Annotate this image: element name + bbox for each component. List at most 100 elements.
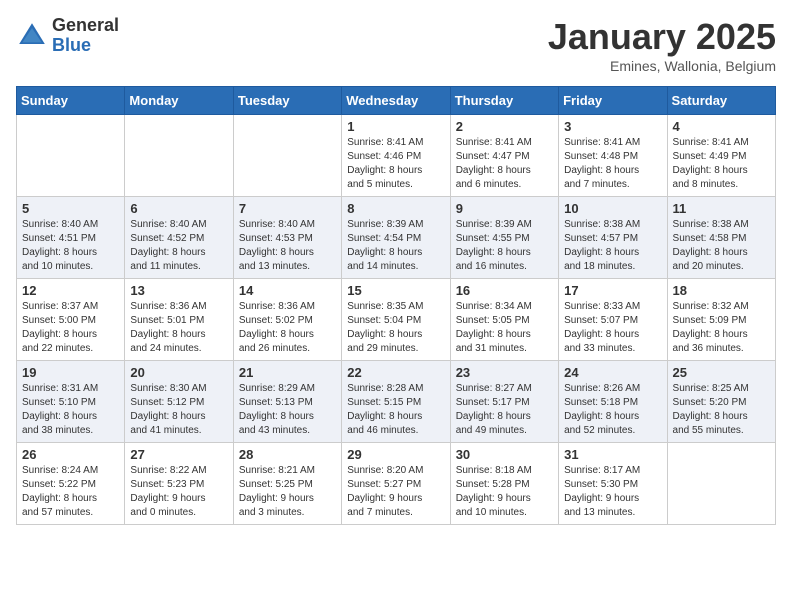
- calendar-cell: [125, 115, 233, 197]
- calendar-cell: 18 Sunrise: 8:32 AM Sunset: 5:09 PM Dayli…: [667, 279, 775, 361]
- weekday-header-thursday: Thursday: [450, 87, 558, 115]
- day-number: 28: [239, 447, 336, 462]
- calendar-cell: 27 Sunrise: 8:22 AM Sunset: 5:23 PM Dayli…: [125, 443, 233, 525]
- calendar-cell: 7 Sunrise: 8:40 AM Sunset: 4:53 PM Daylig…: [233, 197, 341, 279]
- day-number: 16: [456, 283, 553, 298]
- day-info: Sunrise: 8:30 AM Sunset: 5:12 PM Dayligh…: [130, 382, 227, 438]
- day-number: 3: [564, 119, 661, 134]
- calendar-week-row: 26 Sunrise: 8:24 AM Sunset: 5:22 PM Dayli…: [17, 443, 776, 525]
- day-number: 24: [564, 365, 661, 380]
- weekday-header-saturday: Saturday: [667, 87, 775, 115]
- calendar-week-row: 1 Sunrise: 8:41 AM Sunset: 4:46 PM Daylig…: [17, 115, 776, 197]
- day-number: 29: [347, 447, 444, 462]
- day-info: Sunrise: 8:32 AM Sunset: 5:09 PM Dayligh…: [673, 300, 770, 356]
- day-number: 18: [673, 283, 770, 298]
- day-number: 21: [239, 365, 336, 380]
- calendar-cell: 30 Sunrise: 8:18 AM Sunset: 5:28 PM Dayli…: [450, 443, 558, 525]
- day-number: 12: [22, 283, 119, 298]
- calendar-cell: [233, 115, 341, 197]
- day-number: 23: [456, 365, 553, 380]
- calendar-cell: 16 Sunrise: 8:34 AM Sunset: 5:05 PM Dayli…: [450, 279, 558, 361]
- day-number: 9: [456, 201, 553, 216]
- day-number: 17: [564, 283, 661, 298]
- day-number: 25: [673, 365, 770, 380]
- day-info: Sunrise: 8:41 AM Sunset: 4:48 PM Dayligh…: [564, 136, 661, 192]
- day-info: Sunrise: 8:40 AM Sunset: 4:53 PM Dayligh…: [239, 218, 336, 274]
- calendar-cell: 23 Sunrise: 8:27 AM Sunset: 5:17 PM Dayli…: [450, 361, 558, 443]
- calendar-title: January 2025: [548, 16, 776, 58]
- calendar-cell: 20 Sunrise: 8:30 AM Sunset: 5:12 PM Dayli…: [125, 361, 233, 443]
- day-number: 15: [347, 283, 444, 298]
- title-block: January 2025 Emines, Wallonia, Belgium: [548, 16, 776, 74]
- calendar-cell: 14Sunrise: 8:36 AM Sunset: 5:02 PM Dayli…: [233, 279, 341, 361]
- day-info: Sunrise: 8:39 AM Sunset: 4:55 PM Dayligh…: [456, 218, 553, 274]
- day-number: 2: [456, 119, 553, 134]
- logo: General Blue: [16, 16, 119, 56]
- day-number: 31: [564, 447, 661, 462]
- day-info: Sunrise: 8:25 AM Sunset: 5:20 PM Dayligh…: [673, 382, 770, 438]
- calendar-cell: 3 Sunrise: 8:41 AM Sunset: 4:48 PM Daylig…: [559, 115, 667, 197]
- day-number: 8: [347, 201, 444, 216]
- weekday-header-tuesday: Tuesday: [233, 87, 341, 115]
- day-info: Sunrise: 8:18 AM Sunset: 5:28 PM Dayligh…: [456, 464, 553, 520]
- day-info: Sunrise: 8:35 AM Sunset: 5:04 PM Dayligh…: [347, 300, 444, 356]
- day-number: 27: [130, 447, 227, 462]
- calendar-cell: 25 Sunrise: 8:25 AM Sunset: 5:20 PM Dayli…: [667, 361, 775, 443]
- logo-general: General: [52, 15, 119, 35]
- day-info: Sunrise: 8:21 AM Sunset: 5:25 PM Dayligh…: [239, 464, 336, 520]
- day-number: 22: [347, 365, 444, 380]
- day-number: 7: [239, 201, 336, 216]
- calendar-cell: 28 Sunrise: 8:21 AM Sunset: 5:25 PM Dayli…: [233, 443, 341, 525]
- calendar-cell: 10 Sunrise: 8:38 AM Sunset: 4:57 PM Dayli…: [559, 197, 667, 279]
- calendar-week-row: 19Sunrise: 8:31 AM Sunset: 5:10 PM Dayli…: [17, 361, 776, 443]
- day-info: Sunrise: 8:40 AM Sunset: 4:52 PM Dayligh…: [130, 218, 227, 274]
- day-number: 20: [130, 365, 227, 380]
- day-info: Sunrise: 8:38 AM Sunset: 4:57 PM Dayligh…: [564, 218, 661, 274]
- calendar-cell: 2Sunrise: 8:41 AM Sunset: 4:47 PM Daylig…: [450, 115, 558, 197]
- calendar-cell: 21Sunrise: 8:29 AM Sunset: 5:13 PM Dayli…: [233, 361, 341, 443]
- logo-blue: Blue: [52, 35, 91, 55]
- day-info: Sunrise: 8:34 AM Sunset: 5:05 PM Dayligh…: [456, 300, 553, 356]
- day-number: 19: [22, 365, 119, 380]
- logo-text: General Blue: [52, 16, 119, 56]
- calendar-subtitle: Emines, Wallonia, Belgium: [548, 58, 776, 74]
- day-number: 5: [22, 201, 119, 216]
- page-header: General Blue January 2025 Emines, Wallon…: [16, 16, 776, 74]
- weekday-header-friday: Friday: [559, 87, 667, 115]
- calendar-cell: 15 Sunrise: 8:35 AM Sunset: 5:04 PM Dayli…: [342, 279, 450, 361]
- day-info: Sunrise: 8:22 AM Sunset: 5:23 PM Dayligh…: [130, 464, 227, 520]
- calendar-table: SundayMondayTuesdayWednesdayThursdayFrid…: [16, 86, 776, 525]
- day-info: Sunrise: 8:28 AM Sunset: 5:15 PM Dayligh…: [347, 382, 444, 438]
- calendar-cell: 29Sunrise: 8:20 AM Sunset: 5:27 PM Dayli…: [342, 443, 450, 525]
- day-info: Sunrise: 8:24 AM Sunset: 5:22 PM Dayligh…: [22, 464, 119, 520]
- calendar-cell: 11 Sunrise: 8:38 AM Sunset: 4:58 PM Dayli…: [667, 197, 775, 279]
- calendar-cell: 17 Sunrise: 8:33 AM Sunset: 5:07 PM Dayli…: [559, 279, 667, 361]
- weekday-header-row: SundayMondayTuesdayWednesdayThursdayFrid…: [17, 87, 776, 115]
- day-number: 14: [239, 283, 336, 298]
- weekday-header-sunday: Sunday: [17, 87, 125, 115]
- day-info: Sunrise: 8:41 AM Sunset: 4:49 PM Dayligh…: [673, 136, 770, 192]
- day-number: 30: [456, 447, 553, 462]
- day-number: 1: [347, 119, 444, 134]
- calendar-cell: [17, 115, 125, 197]
- day-info: Sunrise: 8:41 AM Sunset: 4:46 PM Dayligh…: [347, 136, 444, 192]
- day-info: Sunrise: 8:33 AM Sunset: 5:07 PM Dayligh…: [564, 300, 661, 356]
- calendar-cell: 9 Sunrise: 8:39 AM Sunset: 4:55 PM Daylig…: [450, 197, 558, 279]
- day-number: 11: [673, 201, 770, 216]
- calendar-cell: [667, 443, 775, 525]
- day-info: Sunrise: 8:27 AM Sunset: 5:17 PM Dayligh…: [456, 382, 553, 438]
- day-number: 6: [130, 201, 227, 216]
- day-number: 10: [564, 201, 661, 216]
- day-info: Sunrise: 8:37 AM Sunset: 5:00 PM Dayligh…: [22, 300, 119, 356]
- weekday-header-wednesday: Wednesday: [342, 87, 450, 115]
- day-number: 13: [130, 283, 227, 298]
- calendar-cell: 22 Sunrise: 8:28 AM Sunset: 5:15 PM Dayli…: [342, 361, 450, 443]
- calendar-cell: 12 Sunrise: 8:37 AM Sunset: 5:00 PM Dayli…: [17, 279, 125, 361]
- calendar-week-row: 12 Sunrise: 8:37 AM Sunset: 5:00 PM Dayli…: [17, 279, 776, 361]
- day-info: Sunrise: 8:38 AM Sunset: 4:58 PM Dayligh…: [673, 218, 770, 274]
- day-number: 26: [22, 447, 119, 462]
- weekday-header-monday: Monday: [125, 87, 233, 115]
- calendar-week-row: 5Sunrise: 8:40 AM Sunset: 4:51 PM Daylig…: [17, 197, 776, 279]
- day-info: Sunrise: 8:17 AM Sunset: 5:30 PM Dayligh…: [564, 464, 661, 520]
- calendar-cell: 6 Sunrise: 8:40 AM Sunset: 4:52 PM Daylig…: [125, 197, 233, 279]
